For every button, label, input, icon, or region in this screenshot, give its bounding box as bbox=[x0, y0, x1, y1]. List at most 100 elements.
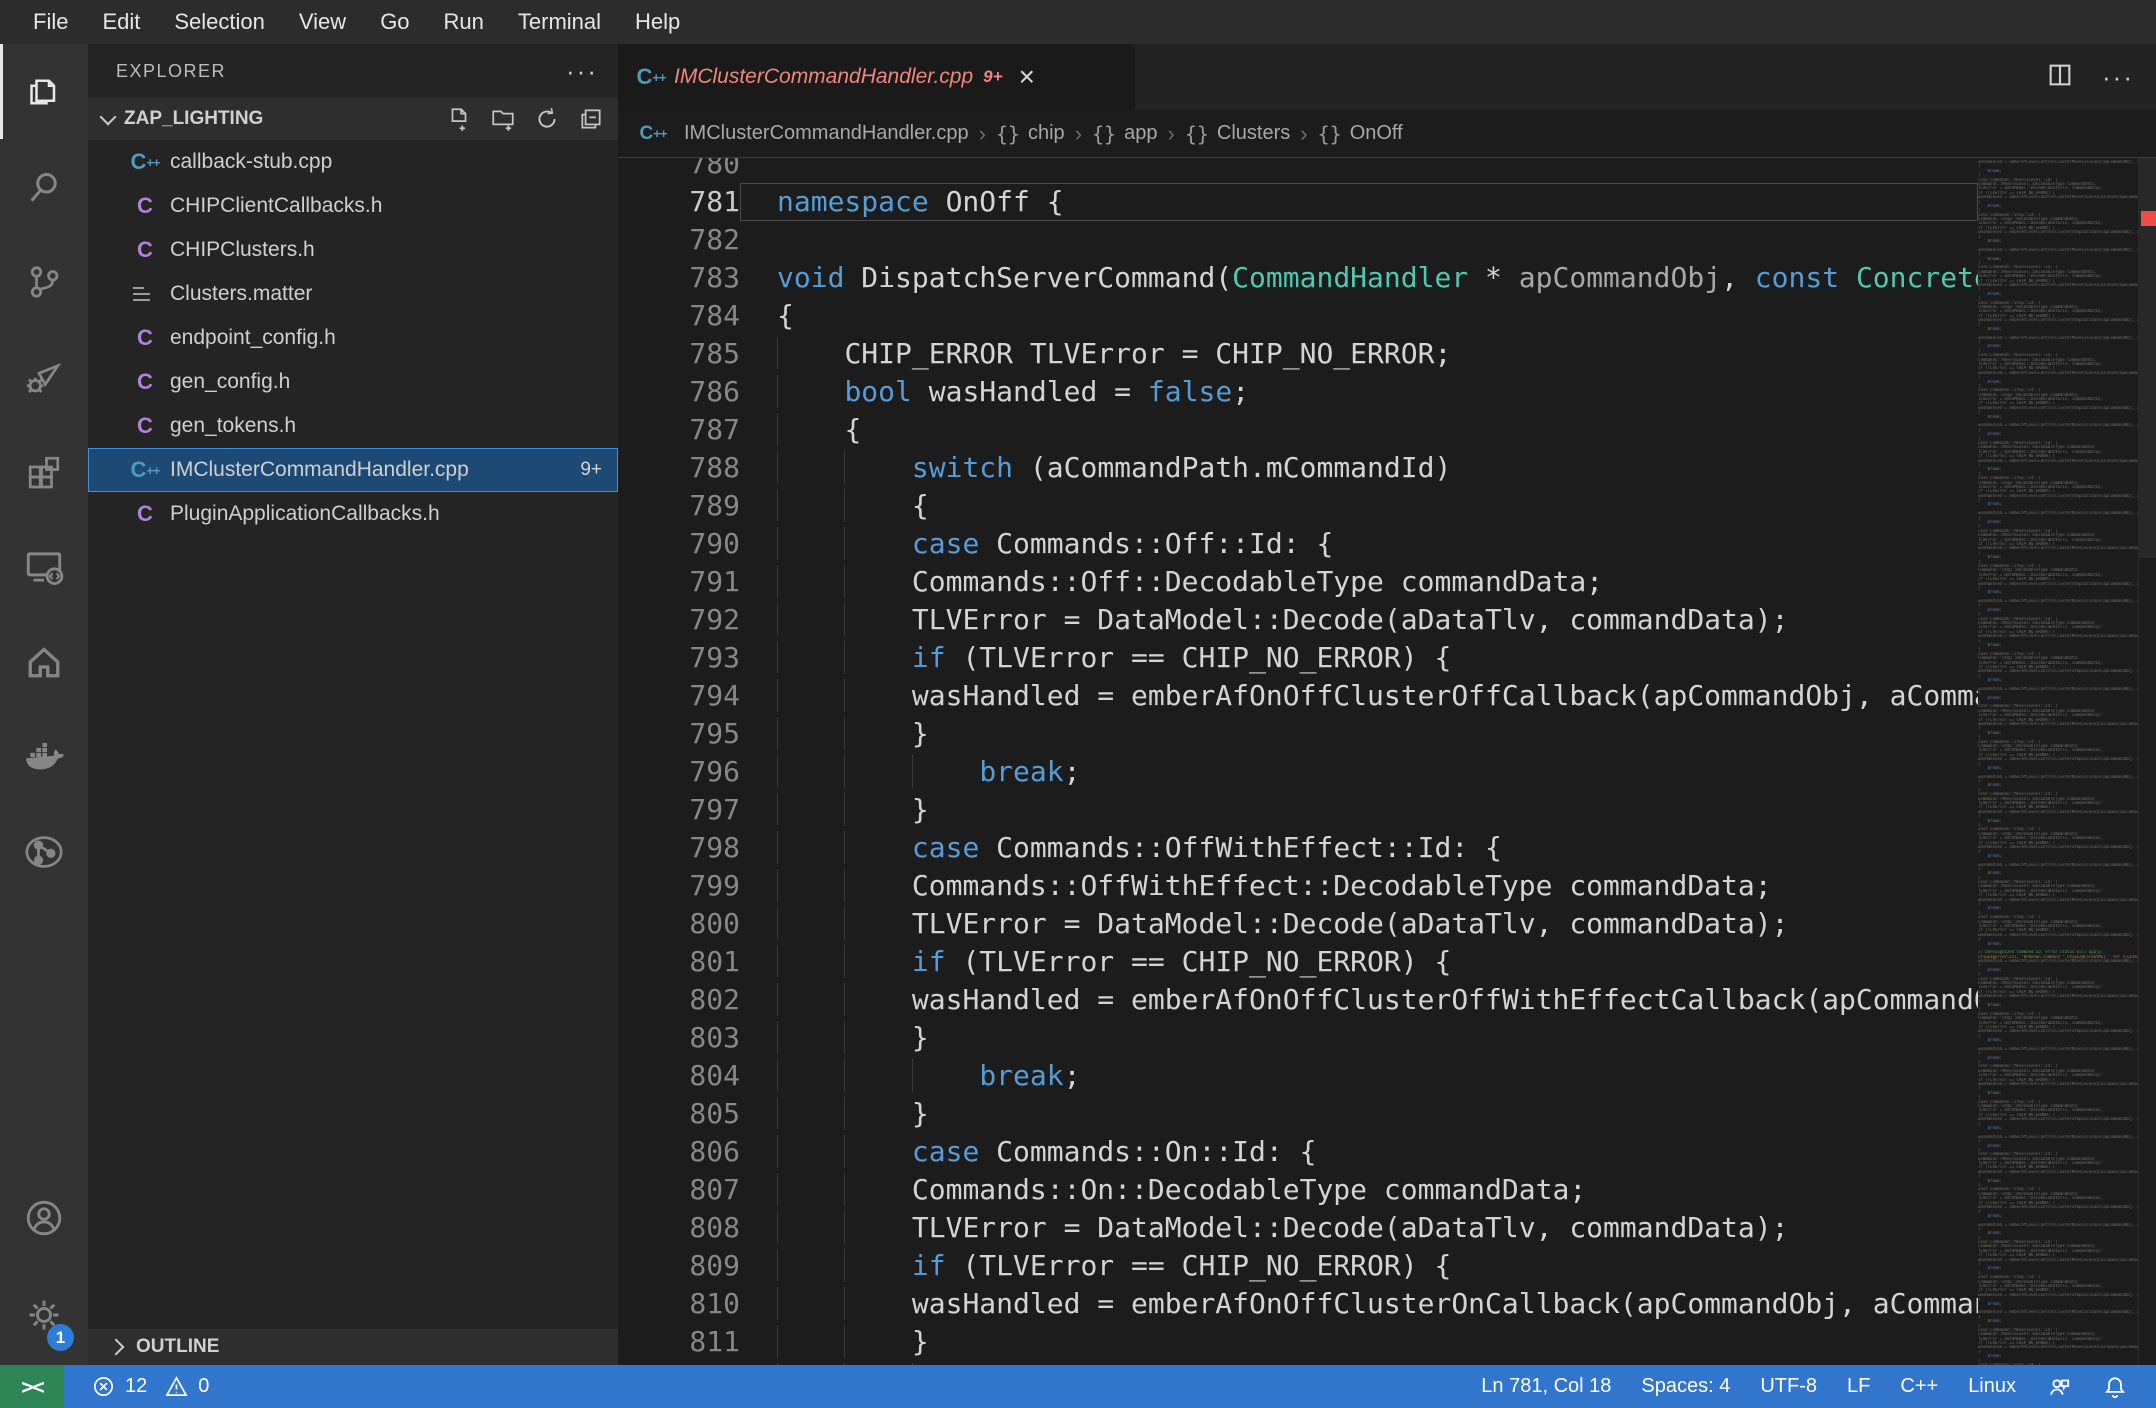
line-number: 796 bbox=[689, 755, 740, 788]
file-item-gen_config.h[interactable]: Cgen_config.h bbox=[88, 360, 618, 404]
code-line-791: 791 Commands::Off::DecodableType command… bbox=[618, 563, 1978, 601]
close-icon[interactable]: × bbox=[1019, 63, 1035, 91]
line-content: case Commands::OffWithEffect::Id: { bbox=[740, 829, 1978, 867]
file-item-CHIPClusters.h[interactable]: C CHIPClusters.h bbox=[88, 228, 618, 272]
breadcrumb-item-Clusters[interactable]: {} Clusters bbox=[1185, 122, 1290, 146]
line-content: } bbox=[740, 1095, 1978, 1133]
file-item-gen_tokens.h[interactable]: Cgen_tokens.h bbox=[88, 404, 618, 448]
breadcrumb-separator-icon: › bbox=[1300, 120, 1308, 146]
line-number: 792 bbox=[689, 603, 740, 636]
line-content: TLVError = DataModel::Decode(aDataTlv, c… bbox=[740, 905, 1978, 943]
file-item-callback-stub.cpp[interactable]: C ++ callback-stub.cpp bbox=[88, 140, 618, 184]
line-number: 803 bbox=[689, 1021, 740, 1054]
settings-gear-icon[interactable]: 1 bbox=[0, 1265, 88, 1365]
tab-imclustercommandhandler[interactable]: C ++ IMClusterCommandHandler.cpp 9+ × bbox=[618, 44, 1135, 110]
menu-file[interactable]: File bbox=[16, 0, 85, 44]
menu-view[interactable]: View bbox=[282, 0, 363, 44]
remote-explorer-icon[interactable] bbox=[0, 519, 88, 614]
explorer-title: EXPLORER bbox=[116, 60, 227, 81]
line-number: 788 bbox=[689, 451, 740, 484]
source-control-icon[interactable] bbox=[0, 234, 88, 329]
line-number: 799 bbox=[689, 869, 740, 902]
extensions-icon[interactable] bbox=[0, 424, 88, 519]
menu-terminal[interactable]: Terminal bbox=[501, 0, 618, 44]
code-line-811: 811 } bbox=[618, 1323, 1978, 1361]
home-icon[interactable] bbox=[0, 614, 88, 709]
code-line-803: 803 } bbox=[618, 1019, 1978, 1057]
line-number: 787 bbox=[689, 413, 740, 446]
breadcrumb-separator-icon: › bbox=[1074, 120, 1083, 146]
breadcrumb-label: Clusters bbox=[1216, 122, 1291, 144]
breadcrumb-item-chip[interactable]: {} chip bbox=[996, 122, 1065, 146]
split-editor-icon[interactable] bbox=[2046, 61, 2074, 94]
encoding[interactable]: UTF-8 bbox=[1750, 1365, 1827, 1408]
chevron-down-icon bbox=[99, 108, 117, 126]
line-number: 790 bbox=[689, 527, 740, 560]
search-icon[interactable] bbox=[0, 139, 88, 234]
file-item-IMClusterCommandHandler.cpp[interactable]: C ++ IMClusterCommandHandler.cpp 9+ bbox=[88, 448, 618, 492]
overview-ruler[interactable] bbox=[2138, 158, 2156, 1365]
refresh-icon[interactable] bbox=[534, 106, 560, 132]
indentation[interactable]: Spaces: 4 bbox=[1631, 1365, 1740, 1408]
breadcrumb-item-IMClusterCommandHandler.cpp[interactable]: C ++ IMClusterCommandHandler.cpp bbox=[640, 121, 969, 147]
remote-indicator[interactable]: >< bbox=[0, 1365, 64, 1408]
folder-section-header[interactable]: ZAP_LIGHTING bbox=[88, 98, 618, 140]
breadcrumb-separator-icon: › bbox=[1167, 120, 1175, 146]
chevron-right-icon bbox=[107, 1338, 125, 1356]
line-content: TLVError = DataModel::Decode(aDataTlv, c… bbox=[740, 601, 1978, 639]
breadcrumb-item-app[interactable]: {} app bbox=[1092, 122, 1157, 146]
minimap[interactable]: wasHandled = emberAfLevelControlClusterM… bbox=[1978, 158, 2138, 1365]
code-line-794: 794 wasHandled = emberAfOnOffClusterOffC… bbox=[618, 677, 1978, 715]
line-content: break; bbox=[740, 1361, 1978, 1365]
os-indicator[interactable]: Linux bbox=[1958, 1365, 2026, 1408]
file-name: Clusters.matter bbox=[170, 282, 313, 305]
line-number: 809 bbox=[689, 1249, 740, 1282]
tab-bar: C ++ IMClusterCommandHandler.cpp 9+ × ··· bbox=[618, 44, 2156, 110]
outline-section-header[interactable]: OUTLINE bbox=[88, 1329, 618, 1365]
run-debug-icon[interactable] bbox=[0, 329, 88, 424]
menu-go[interactable]: Go bbox=[363, 0, 426, 44]
code-line-781: 781 namespace OnOff { bbox=[618, 183, 1978, 221]
c-header-file-icon: C bbox=[137, 237, 153, 262]
code-editor[interactable]: 780 781 namespace OnOff {782 783 void Dispat… bbox=[618, 158, 2156, 1365]
line-number: 794 bbox=[689, 679, 740, 712]
line-number: 781 bbox=[689, 185, 740, 218]
file-item-endpoint_config.h[interactable]: Cendpoint_config.h bbox=[88, 316, 618, 360]
vscode-window: File Edit Selection View Go Run Terminal Help bbox=[0, 0, 2156, 1408]
file-item-Clusters.matter[interactable]: Clusters.matter bbox=[88, 272, 618, 316]
menu-help[interactable]: Help bbox=[618, 0, 697, 44]
language-mode[interactable]: C++ bbox=[1890, 1365, 1948, 1408]
editor-more-actions-icon[interactable]: ··· bbox=[2102, 64, 2134, 90]
menu-run[interactable]: Run bbox=[427, 0, 501, 44]
line-content: } bbox=[740, 1019, 1978, 1057]
warning-count: 0 bbox=[198, 1375, 210, 1397]
notifications-bell-icon[interactable] bbox=[2092, 1365, 2138, 1408]
eol[interactable]: LF bbox=[1837, 1365, 1880, 1408]
menu-edit[interactable]: Edit bbox=[85, 0, 157, 44]
account-icon[interactable] bbox=[0, 1170, 88, 1265]
line-number: 811 bbox=[689, 1325, 740, 1358]
menu-selection[interactable]: Selection bbox=[157, 0, 282, 44]
line-content: void DispatchServerCommand(CommandHandle… bbox=[777, 261, 1978, 294]
problems-indicator[interactable]: 12 0 bbox=[82, 1365, 219, 1408]
file-item-PluginApplicationCallbacks.h[interactable]: C PluginApplicationCallbacks.h bbox=[88, 492, 618, 536]
collapse-all-icon[interactable] bbox=[578, 106, 604, 132]
code-line-786: 786 bool wasHandled = false; bbox=[618, 373, 1978, 411]
circle-branch-icon[interactable] bbox=[0, 804, 88, 899]
cursor-position[interactable]: Ln 781, Col 18 bbox=[1471, 1365, 1621, 1408]
line-number: 801 bbox=[689, 945, 740, 978]
matter-file-icon bbox=[130, 279, 160, 309]
explorer-icon[interactable] bbox=[0, 44, 88, 139]
line-content: wasHandled = emberAfOnOffClusterOffCallb… bbox=[740, 677, 1978, 715]
file-item-CHIPClientCallbacks.h[interactable]: C CHIPClientCallbacks.h bbox=[88, 184, 618, 228]
code-line-780: 780 bbox=[618, 158, 1978, 183]
file-name: IMClusterCommandHandler.cpp bbox=[170, 458, 469, 481]
new-file-icon[interactable] bbox=[446, 106, 472, 132]
docker-icon[interactable] bbox=[0, 709, 88, 804]
code-line-793: 793 if (TLVError == CHIP_NO_ERROR) { bbox=[618, 639, 1978, 677]
explorer-more-actions-icon[interactable]: ··· bbox=[566, 58, 598, 84]
feedback-icon[interactable] bbox=[2036, 1365, 2082, 1408]
new-folder-icon[interactable] bbox=[490, 106, 516, 132]
line-number: 797 bbox=[689, 793, 740, 826]
breadcrumb-item-OnOff[interactable]: {} OnOff bbox=[1318, 122, 1403, 146]
